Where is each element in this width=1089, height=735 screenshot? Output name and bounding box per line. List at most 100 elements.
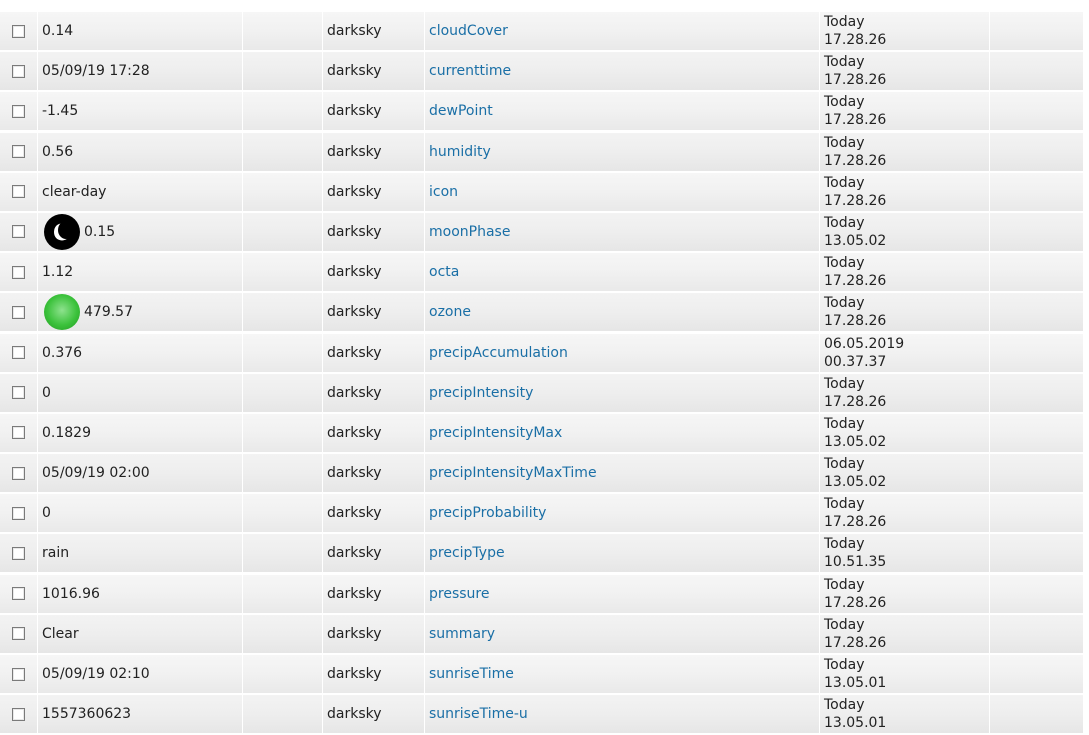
row-select-checkbox[interactable] <box>12 667 25 681</box>
state-name-link[interactable]: currenttime <box>429 63 511 79</box>
trailing-cell <box>989 494 1083 533</box>
value-cell: 1016.96 <box>37 574 242 613</box>
ozone-indicator-icon <box>44 294 80 331</box>
states-table: 0.14 darksky cloudCover Today 17.28.26 05/09/… <box>0 12 1083 735</box>
table-row: Clear darksky summary Today 17.28.26 <box>0 614 1083 653</box>
trailing-cell <box>989 614 1083 653</box>
row-select-checkbox[interactable] <box>12 587 25 601</box>
source-cell: darksky <box>322 92 424 131</box>
state-value: 1557360623 <box>42 706 132 723</box>
row-select-cell <box>0 133 37 171</box>
empty-cell <box>242 212 322 251</box>
state-value: 0.15 <box>84 223 116 240</box>
state-name-link[interactable]: dewPoint <box>429 103 493 119</box>
row-select-checkbox[interactable] <box>12 546 25 560</box>
row-select-checkbox[interactable] <box>12 707 25 721</box>
state-name-link[interactable]: precipProbability <box>429 505 546 521</box>
state-value: 05/09/19 02:00 <box>42 465 150 482</box>
timestamp-cell: Today 17.28.26 <box>819 614 989 653</box>
row-select-cell <box>0 575 37 613</box>
table-row: clear-day darksky icon Today 17.28.26 <box>0 172 1083 211</box>
timestamp-line1: Today <box>824 657 865 673</box>
row-select-checkbox[interactable] <box>12 305 25 319</box>
trailing-cell <box>989 132 1083 171</box>
state-value: rain <box>42 545 70 562</box>
state-source: darksky <box>327 545 382 562</box>
empty-cell <box>242 454 322 493</box>
source-cell: darksky <box>322 413 424 452</box>
name-cell: pressure <box>424 574 819 613</box>
state-name-link[interactable]: ozone <box>429 304 471 320</box>
row-select-checkbox[interactable] <box>12 506 25 520</box>
source-cell: darksky <box>322 132 424 171</box>
value-cell: 0.15 <box>37 212 242 251</box>
state-name-link[interactable]: sunriseTime <box>429 666 514 682</box>
trailing-cell <box>989 12 1083 50</box>
name-cell: precipType <box>424 534 819 573</box>
timestamp-line1: Today <box>824 255 865 272</box>
row-select-checkbox[interactable] <box>12 225 25 239</box>
row-select-cell <box>0 414 37 452</box>
state-name-link[interactable]: precipType <box>429 545 505 561</box>
empty-cell <box>242 172 322 211</box>
timestamp-line1: Today <box>824 616 865 633</box>
trailing-cell <box>989 695 1083 734</box>
timestamp-line1: Today <box>824 214 865 231</box>
row-select-checkbox[interactable] <box>12 64 25 78</box>
row-select-cell <box>0 92 37 130</box>
trailing-cell <box>989 92 1083 131</box>
timestamp-line2: 17.28.26 <box>824 152 887 169</box>
state-value: Clear <box>42 625 79 642</box>
state-name-link[interactable]: precipAccumulation <box>429 345 568 361</box>
timestamp-line2: 17.28.26 <box>824 72 887 89</box>
state-name-link[interactable]: icon <box>429 184 458 200</box>
state-name-link[interactable]: precipIntensity <box>429 385 533 401</box>
value-cell: 1.12 <box>37 253 242 292</box>
row-select-checkbox[interactable] <box>12 265 25 279</box>
state-name-link[interactable]: sunriseTime-u <box>429 706 528 722</box>
trailing-cell <box>989 655 1083 693</box>
row-select-cell <box>0 173 37 211</box>
timestamp-line1: Today <box>824 94 865 111</box>
table-row: 05/09/19 17:28 darksky currenttime Today 17.… <box>0 52 1083 91</box>
trailing-cell <box>989 212 1083 251</box>
state-source: darksky <box>327 706 382 723</box>
state-name-link[interactable]: precipIntensityMaxTime <box>429 465 597 481</box>
state-name-link[interactable]: pressure <box>429 586 489 602</box>
state-source: darksky <box>327 143 382 160</box>
state-name-link[interactable]: summary <box>429 626 495 642</box>
state-name-link[interactable]: moonPhase <box>429 224 510 240</box>
row-select-checkbox[interactable] <box>12 24 25 38</box>
state-source: darksky <box>327 103 382 120</box>
row-select-checkbox[interactable] <box>12 386 25 400</box>
trailing-cell <box>989 454 1083 493</box>
name-cell: moonPhase <box>424 212 819 251</box>
row-select-checkbox[interactable] <box>12 104 25 118</box>
row-select-checkbox[interactable] <box>12 185 25 199</box>
name-cell: precipIntensityMax <box>424 413 819 452</box>
value-cell: 05/09/19 17:28 <box>37 52 242 91</box>
empty-cell <box>242 534 322 573</box>
value-cell: 0 <box>37 494 242 533</box>
value-cell: 05/09/19 02:10 <box>37 655 242 693</box>
row-select-checkbox[interactable] <box>12 426 25 440</box>
value-cell: rain <box>37 534 242 573</box>
name-cell: cloudCover <box>424 12 819 50</box>
trailing-cell <box>989 253 1083 292</box>
state-source: darksky <box>327 625 382 642</box>
row-select-checkbox[interactable] <box>12 346 25 359</box>
timestamp-line2: 17.28.26 <box>824 273 887 290</box>
state-name-link[interactable]: humidity <box>429 144 491 160</box>
state-value: 0 <box>42 505 51 522</box>
timestamp-line1: Today <box>824 134 865 151</box>
state-name-link[interactable]: precipIntensityMax <box>429 425 562 441</box>
state-name-link[interactable]: cloudCover <box>429 23 508 39</box>
row-select-checkbox[interactable] <box>12 145 25 159</box>
row-select-checkbox[interactable] <box>12 466 25 480</box>
row-select-checkbox[interactable] <box>12 627 25 641</box>
state-name-link[interactable]: octa <box>429 264 459 280</box>
timestamp-cell: Today 17.28.26 <box>819 172 989 211</box>
timestamp-cell: Today 13.05.01 <box>819 655 989 693</box>
state-source: darksky <box>327 585 382 602</box>
timestamp-line2: 17.28.26 <box>824 393 887 410</box>
